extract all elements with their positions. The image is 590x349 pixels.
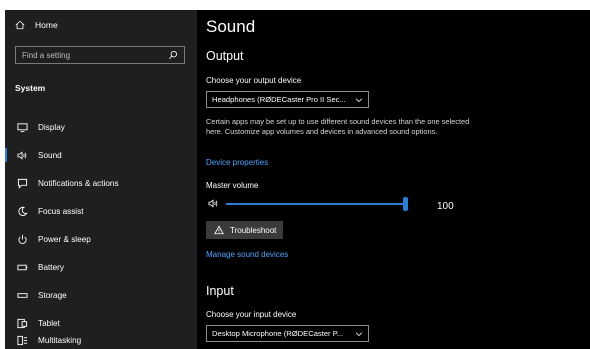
sidebar-item-display[interactable]: Display — [5, 116, 197, 138]
home-link[interactable]: Home — [15, 20, 58, 30]
sidebar-item-label: Notifications & actions — [38, 178, 119, 188]
storage-icon — [15, 288, 29, 302]
multitasking-icon — [15, 333, 29, 347]
moon-icon — [15, 204, 29, 218]
settings-window: Home Find a setting System Display Sound… — [5, 10, 590, 349]
sidebar-item-label: Storage — [38, 290, 67, 300]
speaker-icon — [15, 148, 29, 162]
master-volume-label: Master volume — [206, 181, 259, 190]
main-panel — [197, 10, 590, 349]
warning-icon — [214, 225, 224, 235]
slider-fill — [226, 203, 408, 205]
home-label: Home — [35, 20, 58, 30]
notification-icon — [15, 176, 29, 190]
selection-indicator — [5, 148, 7, 162]
troubleshoot-button[interactable]: Troubleshoot — [206, 221, 283, 239]
tablet-icon — [15, 316, 29, 330]
input-device-value: Desktop Microphone (RØDECaster P... — [212, 329, 344, 338]
sidebar-item-power-sleep[interactable]: Power & sleep — [5, 228, 197, 250]
search-input[interactable]: Find a setting — [15, 46, 185, 64]
battery-icon — [15, 260, 29, 274]
sidebar: Home Find a setting System Display Sound… — [5, 10, 197, 349]
monitor-icon — [15, 120, 29, 134]
search-placeholder: Find a setting — [22, 50, 71, 60]
sidebar-item-label: Battery — [38, 262, 64, 272]
input-heading: Input — [206, 284, 234, 298]
input-device-label: Choose your input device — [206, 310, 297, 319]
speaker-icon — [208, 199, 218, 208]
sidebar-item-label: Multitasking — [38, 335, 82, 345]
slider-track[interactable] — [226, 197, 408, 211]
search-icon — [168, 51, 177, 60]
slider-thumb[interactable] — [403, 197, 408, 211]
sidebar-item-notifications[interactable]: Notifications & actions — [5, 172, 197, 194]
input-device-dropdown[interactable]: Desktop Microphone (RØDECaster P... — [206, 325, 369, 342]
sidebar-item-battery[interactable]: Battery — [5, 256, 197, 278]
home-icon — [15, 20, 25, 30]
section-title: System — [15, 83, 46, 93]
troubleshoot-label: Troubleshoot — [230, 225, 277, 235]
power-icon — [15, 232, 29, 246]
chevron-down-icon — [355, 98, 363, 102]
sidebar-item-sound[interactable]: Sound — [5, 144, 197, 166]
output-heading: Output — [206, 49, 244, 63]
sidebar-item-multitasking[interactable]: Multitasking — [5, 329, 197, 349]
sidebar-item-focus-assist[interactable]: Focus assist — [5, 200, 197, 222]
output-description: Certain apps may be set up to use differ… — [206, 117, 470, 136]
output-device-label: Choose your output device — [206, 76, 302, 85]
master-volume-slider[interactable] — [206, 196, 476, 212]
master-volume-value: 100 — [437, 201, 454, 212]
page-title: Sound — [206, 17, 256, 36]
sidebar-item-label: Power & sleep — [38, 234, 91, 244]
output-device-value: Headphones (RØDECaster Pro II Sec... — [212, 95, 346, 104]
device-properties-link[interactable]: Device properties — [206, 158, 268, 167]
output-device-dropdown[interactable]: Headphones (RØDECaster Pro II Sec... — [206, 91, 369, 108]
sidebar-item-label: Focus assist — [38, 206, 84, 216]
sidebar-item-label: Sound — [38, 150, 62, 160]
sidebar-item-label: Tablet — [38, 318, 60, 328]
chevron-down-icon — [355, 332, 363, 336]
sidebar-item-label: Display — [38, 122, 65, 132]
manage-sound-devices-link[interactable]: Manage sound devices — [206, 250, 288, 259]
sidebar-item-storage[interactable]: Storage — [5, 284, 197, 306]
